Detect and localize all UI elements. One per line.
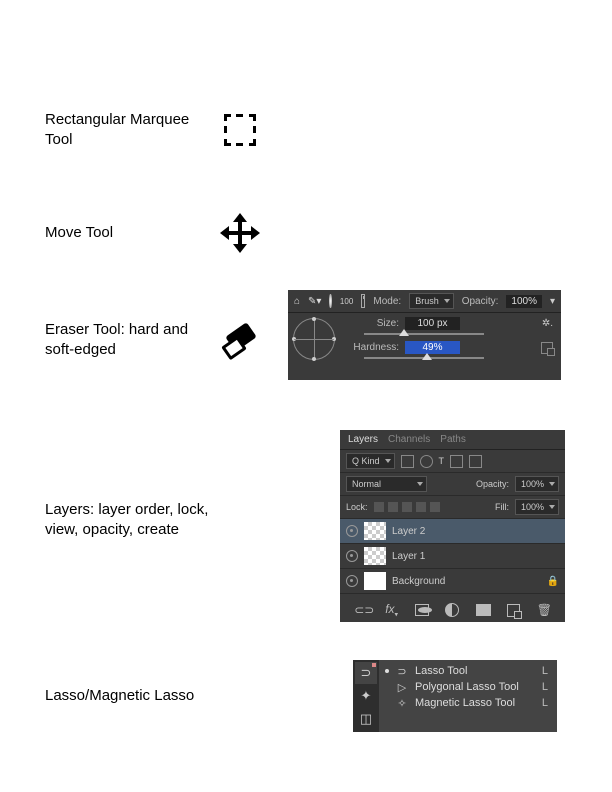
size-slider[interactable] — [364, 333, 484, 335]
filter-type-icon[interactable]: T — [439, 456, 445, 466]
hardness-value[interactable]: 49% — [405, 341, 460, 354]
eraser-options-panel: ⌂ ✎▾ 100 Mode: Brush Opacity: 100% ▾ Siz… — [288, 290, 561, 380]
opacity-value[interactable]: 100% — [506, 295, 542, 308]
filter-adjustment-icon[interactable] — [420, 455, 433, 468]
gear-icon[interactable]: ✲. — [542, 318, 553, 329]
opacity-label: Opacity: — [462, 296, 499, 307]
layer-thumbnail[interactable] — [364, 547, 386, 565]
brush-shape-preview[interactable] — [293, 318, 335, 360]
size-label: Size: — [344, 318, 399, 329]
mode-dropdown[interactable]: Brush — [409, 293, 454, 309]
visibility-toggle-icon[interactable] — [346, 550, 358, 562]
delete-layer-icon[interactable]: 🗑 — [537, 603, 551, 617]
filter-smart-icon[interactable] — [469, 455, 482, 468]
layer-thumbnail[interactable] — [364, 572, 386, 590]
layer-filter-dropdown[interactable]: Q Kind — [346, 453, 395, 469]
lock-position-icon[interactable] — [402, 502, 412, 512]
hardness-label: Hardness: — [344, 342, 399, 353]
layer-thumbnail[interactable] — [364, 522, 386, 540]
brush-preset-icon[interactable]: ✎▾ — [308, 296, 321, 307]
eraser-label: Eraser Tool: hard and soft-edged — [45, 320, 215, 359]
adjustment-layer-icon[interactable] — [445, 603, 459, 617]
hardness-slider[interactable] — [364, 357, 484, 359]
polygonal-lasso-icon: ▷ — [395, 680, 409, 694]
blend-mode-dropdown[interactable]: Normal — [346, 476, 427, 492]
eraser-tool-icon — [222, 322, 258, 358]
home-icon[interactable]: ⌂ — [294, 296, 300, 307]
shortcut-key: L — [542, 697, 551, 709]
shortcut-key: L — [542, 665, 551, 677]
layer-row[interactable]: Layer 1 — [340, 544, 565, 569]
fill-label: Fill: — [495, 502, 509, 512]
new-preset-icon[interactable] — [541, 342, 553, 354]
visibility-toggle-icon[interactable] — [346, 525, 358, 537]
new-layer-icon[interactable] — [507, 604, 520, 617]
filter-pixel-icon[interactable] — [401, 455, 414, 468]
lasso-option[interactable]: ⊃ Lasso Tool L — [383, 663, 553, 679]
filter-shape-icon[interactable] — [450, 455, 463, 468]
lock-artboard-icon[interactable] — [416, 502, 426, 512]
lasso-option[interactable]: ✧ Magnetic Lasso Tool L — [383, 695, 553, 711]
layer-name[interactable]: Layer 1 — [392, 551, 425, 562]
tab-layers[interactable]: Layers — [348, 434, 378, 445]
lasso-option-label: Magnetic Lasso Tool — [415, 697, 515, 709]
lasso-option-label: Lasso Tool — [415, 665, 467, 677]
visibility-toggle-icon[interactable] — [346, 575, 358, 587]
fill-value[interactable]: 100% — [515, 499, 559, 515]
lasso-option[interactable]: ▷ Polygonal Lasso Tool L — [383, 679, 553, 695]
tab-paths[interactable]: Paths — [440, 434, 466, 445]
opacity-label-layers: Opacity: — [476, 479, 509, 489]
lasso-icon: ⊃ — [395, 664, 409, 678]
lock-paint-icon[interactable] — [388, 502, 398, 512]
chevron-down-icon[interactable]: ▾ — [550, 296, 555, 307]
layers-panel: Layers Channels Paths Q Kind T Normal Op… — [340, 430, 565, 622]
lock-icon[interactable]: 🔒 — [547, 576, 559, 587]
magnetic-lasso-icon: ✧ — [395, 696, 409, 710]
group-icon[interactable] — [476, 604, 491, 616]
layer-name[interactable]: Layer 2 — [392, 526, 425, 537]
brush-preview-icon[interactable] — [329, 294, 331, 308]
lock-all-icon[interactable] — [430, 502, 440, 512]
rectangular-marquee-icon — [224, 114, 256, 146]
crop-tool-icon[interactable]: ◫ — [355, 708, 377, 730]
layers-label: Layers: layer order, lock, view, opacity… — [45, 500, 215, 539]
lock-transparency-icon[interactable] — [374, 502, 384, 512]
layer-row[interactable]: Background 🔒 — [340, 569, 565, 594]
shortcut-key: L — [542, 681, 551, 693]
tab-channels[interactable]: Channels — [388, 434, 430, 445]
size-value[interactable]: 100 px — [405, 317, 460, 330]
move-tool-icon — [222, 215, 258, 251]
layer-row[interactable]: Layer 2 — [340, 519, 565, 544]
add-mask-icon[interactable] — [415, 604, 429, 616]
lasso-option-label: Polygonal Lasso Tool — [415, 681, 519, 693]
lasso-tool-icon[interactable]: ⊃ — [355, 662, 377, 684]
lasso-label: Lasso/Magnetic Lasso — [45, 686, 215, 706]
layer-name[interactable]: Background — [392, 576, 445, 587]
lasso-tools-panel: ⊃ ✦ ◫ ⊃ Lasso Tool L ▷ Polygonal Lasso T… — [353, 660, 557, 732]
layer-effects-icon[interactable]: fx▾ — [385, 602, 399, 618]
move-label: Move Tool — [45, 223, 215, 243]
magic-wand-icon[interactable]: ✦ — [355, 685, 377, 707]
brush-panel-icon[interactable] — [361, 294, 365, 308]
mode-label: Mode: — [373, 296, 401, 307]
link-layers-icon[interactable]: ⊂⊃ — [354, 603, 368, 617]
lock-label: Lock: — [346, 502, 368, 512]
layer-opacity-value[interactable]: 100% — [515, 476, 559, 492]
marquee-label: Rectangular Marquee Tool — [45, 110, 215, 149]
brush-size-indicator: 100 — [340, 297, 353, 306]
